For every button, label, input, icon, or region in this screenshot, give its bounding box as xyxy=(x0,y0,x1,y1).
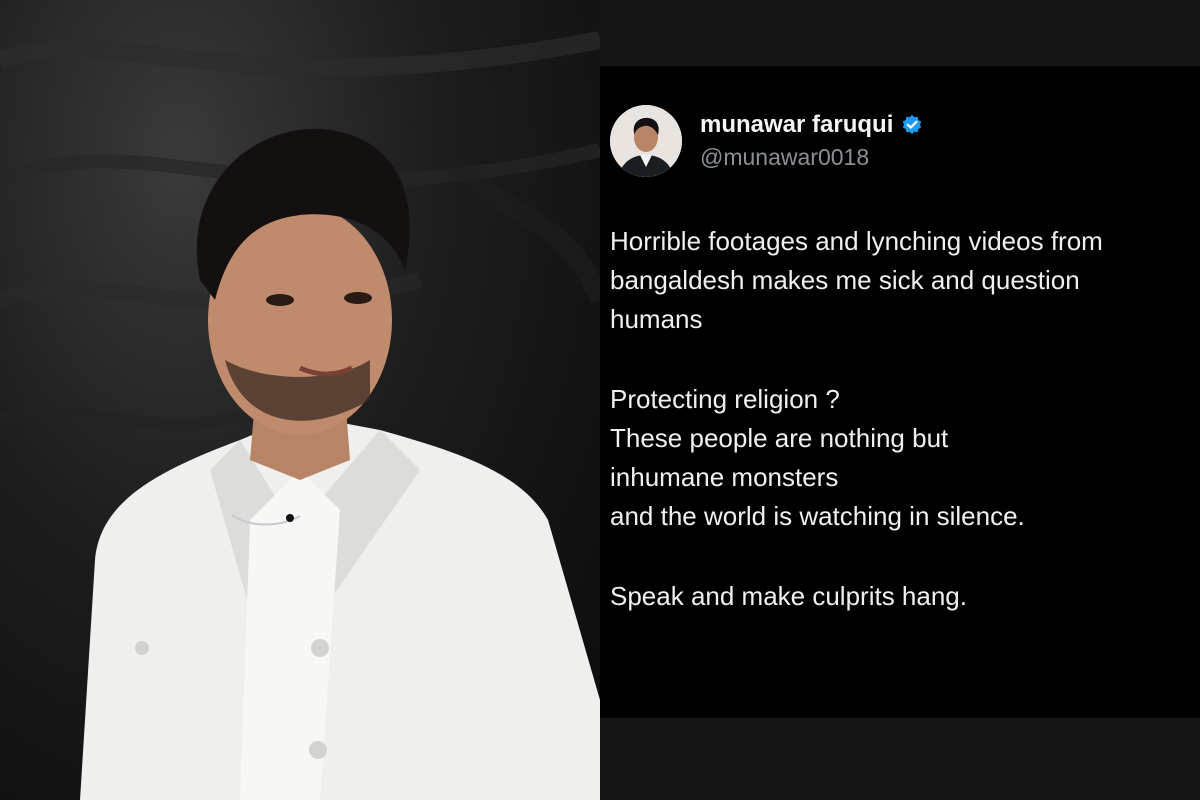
tweet-line: Speak and make culprits hang. xyxy=(610,581,967,611)
display-name[interactable]: munawar faruqui xyxy=(700,110,893,140)
tweet-paragraph: Protecting religion ? These people are n… xyxy=(610,380,1195,536)
handle[interactable]: @munawar0018 xyxy=(700,142,923,172)
tweet-author: munawar faruqui @munawar0018 xyxy=(700,110,923,172)
tweet-line: inhumane monsters xyxy=(610,462,839,492)
tweet-line: Horrible footages and lynching videos fr… xyxy=(610,226,1103,256)
avatar-image xyxy=(610,105,682,177)
tweet-text: Horrible footages and lynching videos fr… xyxy=(610,222,1195,616)
top-band xyxy=(600,0,1200,66)
tweet-paragraph: Horrible footages and lynching videos fr… xyxy=(610,222,1195,339)
portrait-illustration xyxy=(0,31,600,800)
tweet-line: These people are nothing but xyxy=(610,423,949,453)
tweet-line: humans xyxy=(610,304,703,334)
tweet-line: Protecting religion ? xyxy=(610,384,840,414)
portrait-photo xyxy=(0,0,600,800)
tweet-header: munawar faruqui @munawar0018 xyxy=(610,102,923,180)
tweet-line: and the world is watching in silence. xyxy=(610,501,1025,531)
verified-badge-icon xyxy=(901,114,923,136)
display-name-row: munawar faruqui xyxy=(700,110,923,140)
avatar[interactable] xyxy=(610,105,682,177)
tweet-card: munawar faruqui @munawar0018 Horrible fo… xyxy=(600,0,1200,800)
bottom-band xyxy=(600,718,1200,800)
tweet-line: bangaldesh makes me sick and question xyxy=(610,265,1080,295)
tweet-paragraph: Speak and make culprits hang. xyxy=(610,577,1195,616)
